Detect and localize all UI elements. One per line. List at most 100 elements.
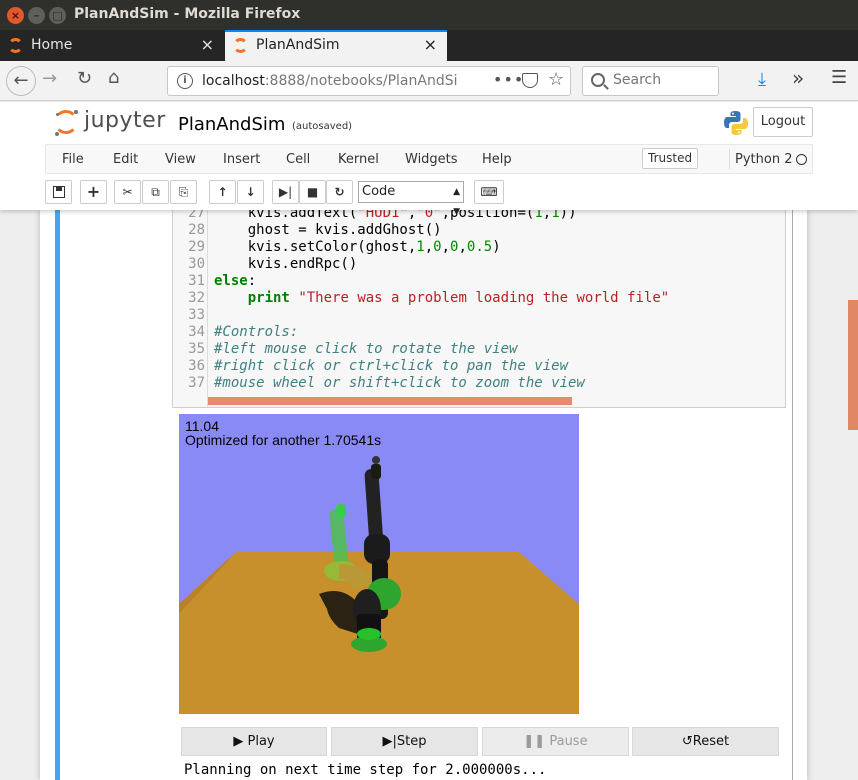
run-button[interactable]: ▶| xyxy=(272,180,299,204)
paste-button[interactable]: ⎘ xyxy=(170,180,197,204)
step-forward-icon: ▶| xyxy=(278,185,293,199)
interrupt-button[interactable]: ■ xyxy=(299,180,326,204)
window-title: PlanAndSim - Mozilla Firefox xyxy=(74,6,301,22)
pause-label: Pause xyxy=(549,734,588,749)
tab-label: Home xyxy=(31,37,73,53)
robot-scene-image xyxy=(179,456,579,714)
menu-help[interactable]: Help xyxy=(482,152,512,167)
play-label: Play xyxy=(247,734,275,749)
back-button[interactable]: ← xyxy=(6,66,36,96)
tab-label: PlanAndSim xyxy=(256,37,340,53)
save-icon xyxy=(52,186,65,198)
tab-close-icon[interactable]: × xyxy=(424,35,437,54)
reset-button[interactable]: ↺Reset xyxy=(632,727,779,756)
scissors-icon: ✂ xyxy=(122,185,133,199)
hud-message: Optimized for another 1.70541s xyxy=(185,432,382,448)
step-label: Step xyxy=(396,734,427,749)
simulation-viewport[interactable]: 11.04 Optimized for another 1.70541s xyxy=(179,414,579,714)
site-info-icon[interactable]: i xyxy=(177,73,193,89)
reset-icon: ↺ xyxy=(681,734,693,749)
paste-icon: ⎘ xyxy=(178,185,189,199)
search-icon xyxy=(591,73,605,87)
menu-file[interactable]: File xyxy=(62,152,84,167)
hamburger-menu-icon[interactable]: ☰ xyxy=(831,67,847,88)
play-button[interactable]: ▶ Play xyxy=(181,727,327,756)
pause-button[interactable]: ❚❚ Pause xyxy=(482,727,629,756)
menu-view[interactable]: View xyxy=(165,152,196,167)
kernel-status-icon xyxy=(796,154,807,165)
move-down-button[interactable]: ↓ xyxy=(237,180,264,204)
notebook-menubar: File Edit View Insert Cell Kernel Widget… xyxy=(45,144,813,174)
code-text: kvis.setColor(ghost,1,0,0,0.5) xyxy=(214,239,501,255)
downloads-icon[interactable]: ⤓ xyxy=(758,69,766,90)
code-text: #right click or ctrl+click to pan the vi… xyxy=(214,358,569,374)
window-minimize-button[interactable]: – xyxy=(28,7,45,24)
home-button[interactable]: ⌂ xyxy=(108,67,119,88)
step-button[interactable]: ▶|Step xyxy=(331,727,478,756)
trusted-indicator[interactable]: Trusted xyxy=(642,148,699,169)
insert-cell-button[interactable]: + xyxy=(80,180,107,204)
plus-icon: + xyxy=(86,182,101,201)
arrow-up-icon: ↑ xyxy=(217,185,228,199)
arrow-down-icon: ↓ xyxy=(245,185,256,199)
code-horizontal-scrollbar[interactable] xyxy=(208,397,572,405)
menu-kernel[interactable]: Kernel xyxy=(338,152,379,167)
tab-planandsim[interactable]: PlanAndSim × xyxy=(225,30,447,61)
pause-icon: ❚❚ xyxy=(523,734,546,749)
line-number: 33 xyxy=(188,307,205,323)
url-text[interactable]: localhost:8888/notebooks/PlanAndSi xyxy=(202,73,457,89)
tab-close-icon[interactable]: × xyxy=(201,35,214,54)
jupyter-wordmark[interactable]: jupyter xyxy=(84,108,166,133)
copy-icon: ⧉ xyxy=(151,185,160,199)
dropdown-arrow-icon: ▲ ▼ xyxy=(453,187,460,217)
line-number: 29 xyxy=(188,239,205,255)
menu-edit[interactable]: Edit xyxy=(113,152,138,167)
tab-home[interactable]: Home × xyxy=(0,30,224,61)
page-actions-icon[interactable]: ••• xyxy=(493,70,524,89)
url-path: :8888/notebooks/PlanAndSi xyxy=(264,73,458,89)
forward-button[interactable]: → xyxy=(42,68,57,89)
status-output: Planning on next time step for 2.000000s… xyxy=(184,762,547,778)
logout-button[interactable]: Logout xyxy=(753,107,813,137)
line-number: 28 xyxy=(188,222,205,238)
menu-cell[interactable]: Cell xyxy=(286,152,310,167)
jupyter-favicon-icon xyxy=(8,38,23,53)
window-titlebar: × – □ PlanAndSim - Mozilla Firefox xyxy=(0,0,858,30)
line-number: 37 xyxy=(188,375,205,391)
code-text: #Controls: xyxy=(214,324,299,340)
search-bar[interactable] xyxy=(582,66,719,96)
notebook-toolbar: + ✂ ⧉ ⎘ ↑ ↓ ▶| ■ ↻ Code ▲ ▼ ⌨ xyxy=(45,180,813,217)
url-bar[interactable]: i localhost:8888/notebooks/PlanAndSi •••… xyxy=(167,66,571,96)
code-text: kvis.endRpc() xyxy=(214,256,358,272)
notebook-name[interactable]: PlanAndSim xyxy=(178,114,285,135)
reset-label: Reset xyxy=(692,734,730,749)
menu-widgets[interactable]: Widgets xyxy=(405,152,458,167)
python-logo-icon xyxy=(724,111,748,135)
window-maximize-button[interactable]: □ xyxy=(49,7,66,24)
copy-button[interactable]: ⧉ xyxy=(142,180,169,204)
line-number: 34 xyxy=(188,324,205,340)
command-palette-button[interactable]: ⌨ xyxy=(474,180,504,204)
overflow-chevron-icon[interactable]: » xyxy=(792,66,804,90)
save-button[interactable] xyxy=(45,180,72,204)
restart-button[interactable]: ↻ xyxy=(326,180,353,204)
cut-button[interactable]: ✂ xyxy=(114,180,141,204)
url-host: localhost xyxy=(202,73,265,89)
jupyter-logo-icon[interactable] xyxy=(54,110,80,136)
line-number: 36 xyxy=(188,358,205,374)
restart-icon: ↻ xyxy=(334,185,345,199)
play-icon: ▶ xyxy=(233,734,244,749)
window-close-button[interactable]: × xyxy=(7,7,24,24)
code-text: print "There was a problem loading the w… xyxy=(247,290,670,306)
move-up-button[interactable]: ↑ xyxy=(209,180,236,204)
bookmark-star-icon[interactable]: ☆ xyxy=(548,69,564,90)
search-input[interactable] xyxy=(613,72,713,88)
pocket-icon[interactable] xyxy=(522,73,538,88)
autosave-status: (autosaved) xyxy=(292,121,353,132)
reload-button[interactable]: ↻ xyxy=(77,68,92,89)
line-number: 35 xyxy=(188,341,205,357)
cell-type-select[interactable]: Code ▲ ▼ xyxy=(358,181,464,217)
page-scrollbar-thumb[interactable] xyxy=(848,300,858,430)
code-editor[interactable]: 27 kvis.addText("HUD1","0",position=(1,1… xyxy=(172,200,786,408)
menu-insert[interactable]: Insert xyxy=(223,152,260,167)
